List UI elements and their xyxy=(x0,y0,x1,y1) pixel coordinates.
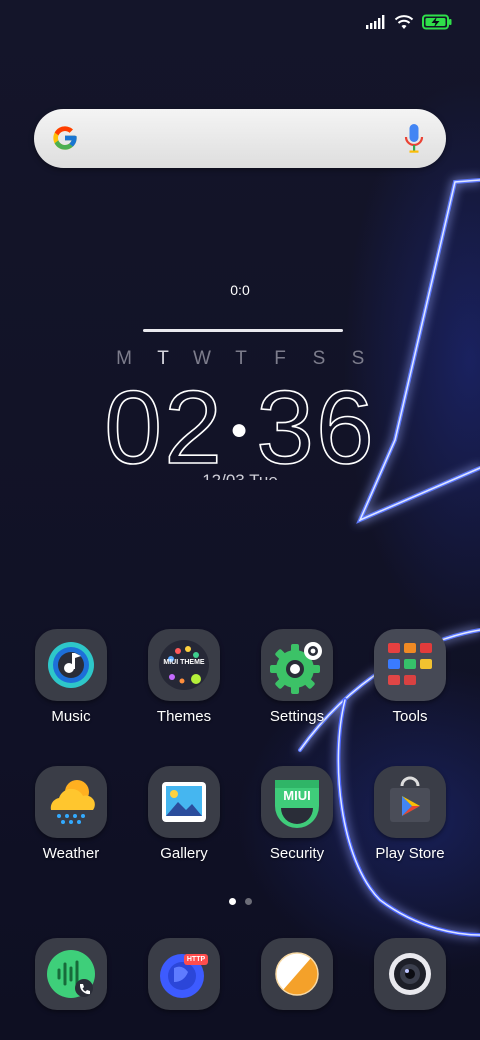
themes-badge: MIUI THEME xyxy=(163,659,205,666)
app-label: Settings xyxy=(269,708,325,725)
dock-notes[interactable] xyxy=(249,938,345,1010)
weekday-row: M T W T F S S xyxy=(112,348,370,370)
browser-badge: HTTP xyxy=(184,954,208,965)
weekday-label: S xyxy=(351,348,365,369)
browser-icon: HTTP xyxy=(148,938,220,1010)
music-progress-bar[interactable] xyxy=(143,329,343,332)
clock-time[interactable]: 02 ●36 xyxy=(0,370,480,486)
app-label: Security xyxy=(269,845,325,862)
dock-browser[interactable]: HTTP xyxy=(136,938,232,1010)
page-indicator xyxy=(229,898,252,905)
weekday-label: F xyxy=(274,348,286,369)
app-label: Play Store xyxy=(375,845,445,862)
weekday-label: M xyxy=(116,348,132,369)
tools-folder-icon xyxy=(374,629,446,701)
weather-icon xyxy=(35,766,107,838)
dock-camera[interactable] xyxy=(362,938,458,1010)
app-label: Music xyxy=(51,708,91,725)
weekday-label: S xyxy=(312,348,326,369)
app-label: Themes xyxy=(156,708,212,725)
play-store-icon xyxy=(374,766,446,838)
google-search-bar[interactable] xyxy=(34,109,446,168)
settings-icon xyxy=(261,629,333,701)
app-themes[interactable]: MIUI THEME Themes xyxy=(136,629,232,725)
status-bar xyxy=(366,10,452,34)
music-progress-time: 0:0 xyxy=(230,282,250,298)
app-label: Tools xyxy=(392,708,428,725)
dock-phone[interactable] xyxy=(23,938,119,1010)
google-icon xyxy=(53,126,77,150)
camera-icon xyxy=(374,938,446,1010)
app-settings[interactable]: Settings xyxy=(249,629,345,725)
notes-icon xyxy=(261,938,333,1010)
battery-charging-icon xyxy=(422,14,452,30)
app-play-store[interactable]: Play Store xyxy=(362,766,458,862)
weekday-label: T xyxy=(235,348,247,369)
page-dot[interactable] xyxy=(245,898,252,905)
app-gallery[interactable]: Gallery xyxy=(136,766,232,862)
clock-date-text: 12/03 Tue xyxy=(202,471,278,480)
page-dot-active[interactable] xyxy=(229,898,236,905)
clock-date: 12/03 Tue xyxy=(0,470,480,480)
music-icon xyxy=(35,629,107,701)
security-icon: MIUI xyxy=(261,766,333,838)
security-badge: MIUI xyxy=(283,788,311,803)
weekday-label: W xyxy=(193,348,211,369)
gallery-icon xyxy=(148,766,220,838)
app-music[interactable]: Music xyxy=(23,629,119,725)
wifi-icon xyxy=(394,15,414,29)
weekday-label-active: T xyxy=(157,348,169,369)
app-label: Gallery xyxy=(160,845,208,862)
clock-minute: 36 xyxy=(255,370,376,486)
app-tools-folder[interactable]: Tools xyxy=(362,629,458,725)
app-label: Weather xyxy=(42,845,100,862)
app-security[interactable]: MIUI Security xyxy=(249,766,345,862)
clock-hour: 02 xyxy=(103,370,224,486)
mic-icon[interactable] xyxy=(404,123,424,155)
app-weather[interactable]: Weather xyxy=(23,766,119,862)
themes-icon: MIUI THEME xyxy=(148,629,220,701)
phone-icon xyxy=(35,938,107,1010)
signal-icon xyxy=(366,15,385,29)
